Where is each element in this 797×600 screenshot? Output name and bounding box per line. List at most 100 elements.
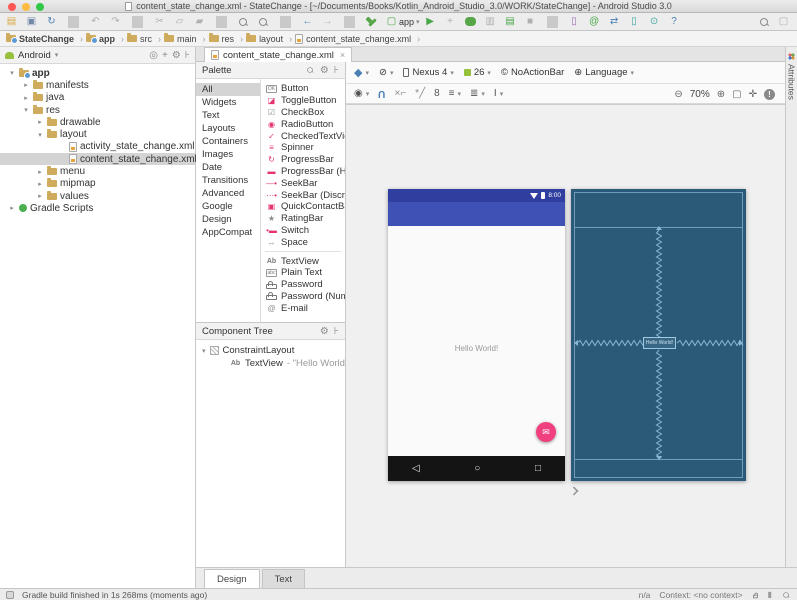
blueprint-textview[interactable]: Hello World! bbox=[643, 337, 676, 349]
palette-component[interactable]: ★ RatingBar bbox=[261, 213, 345, 225]
component-tree-item[interactable]: ▾ ConstraintLayout bbox=[196, 344, 345, 357]
palette-component[interactable]: —• SeekBar bbox=[261, 177, 345, 189]
expand-arrow-icon[interactable]: ▾ bbox=[36, 131, 44, 139]
toolbar-divider[interactable] bbox=[278, 14, 297, 30]
android-monitor-icon[interactable]: ▯ bbox=[569, 14, 584, 30]
orientation-selector[interactable]: ⊘▾ bbox=[379, 67, 393, 78]
hello-world-textview[interactable]: Hello World! bbox=[388, 344, 565, 353]
palette-component[interactable]: ≡ Spinner bbox=[261, 142, 345, 154]
palette-component[interactable]: Password bbox=[261, 279, 345, 291]
stop-icon[interactable]: ■ bbox=[525, 14, 540, 30]
tree-item[interactable]: ▾ app bbox=[0, 67, 195, 79]
run-icon[interactable]: ▶ bbox=[425, 14, 440, 30]
profile-icon[interactable]: ▤ bbox=[505, 14, 520, 30]
breadcrumb-item[interactable]: main › bbox=[164, 34, 209, 44]
expand-arrow-icon[interactable]: ▸ bbox=[36, 118, 44, 126]
errors-badge-icon[interactable]: ! bbox=[764, 89, 775, 100]
hide-panel-icon[interactable]: ⊦ bbox=[334, 326, 339, 337]
editor-mode-tab[interactable]: Text bbox=[262, 569, 305, 588]
palette-component[interactable]: ▣ QuickContactBa bbox=[261, 201, 345, 213]
palette-component[interactable]: ↔ Space bbox=[261, 236, 345, 248]
toolbar-divider[interactable] bbox=[342, 14, 361, 30]
palette-component[interactable]: ☑ CheckBox bbox=[261, 107, 345, 119]
help-icon[interactable]: ? bbox=[669, 14, 684, 30]
close-icon[interactable]: × bbox=[340, 50, 345, 60]
palette-category[interactable]: AppCompat bbox=[196, 226, 260, 239]
copy-icon[interactable]: ▱ bbox=[174, 14, 189, 30]
palette-component[interactable]: ◪ ToggleButton bbox=[261, 95, 345, 107]
toolwindow-switcher-icon[interactable] bbox=[6, 591, 14, 599]
event-log-icon[interactable] bbox=[783, 591, 790, 598]
view-options-selector[interactable]: ◉▾ bbox=[354, 88, 369, 99]
minimize-window-button[interactable] bbox=[22, 3, 30, 11]
find-icon[interactable] bbox=[238, 14, 253, 30]
close-window-button[interactable] bbox=[8, 3, 16, 11]
zoom-out-icon[interactable]: ⊖ bbox=[674, 89, 682, 100]
editor-mode-tab[interactable]: Design bbox=[204, 569, 260, 588]
infer-constraints-icon[interactable]: *╱ bbox=[415, 88, 425, 99]
autoconnect-magnet-icon[interactable]: U bbox=[378, 88, 385, 99]
palette-category[interactable]: Transitions bbox=[196, 174, 260, 187]
palette-component[interactable]: •▬ Switch bbox=[261, 225, 345, 237]
make-project-icon[interactable] bbox=[366, 14, 381, 30]
toolbar-divider[interactable] bbox=[66, 14, 85, 30]
cut-icon[interactable]: ✂ bbox=[154, 14, 169, 30]
expand-arrow-icon[interactable]: ▾ bbox=[8, 69, 16, 77]
tree-item[interactable]: ▸ mipmap bbox=[0, 178, 195, 190]
tree-item[interactable]: activity_state_change.xml bbox=[0, 141, 195, 153]
gear-icon[interactable]: ⚙ bbox=[320, 326, 329, 337]
avd-manager-icon[interactable]: ▯ bbox=[629, 14, 644, 30]
palette-component[interactable]: ◉ RadioButton bbox=[261, 118, 345, 130]
theme-selector[interactable]: © NoActionBar bbox=[501, 67, 564, 78]
palette-component[interactable]: ▬ ProgressBar (Ho bbox=[261, 166, 345, 178]
open-icon[interactable]: ▤ bbox=[6, 14, 21, 30]
zoom-fit-icon[interactable]: ▢ bbox=[732, 89, 741, 100]
tree-item[interactable]: ▸ drawable bbox=[0, 116, 195, 128]
zoom-in-icon[interactable]: ⊕ bbox=[717, 89, 725, 100]
blueprint-preview[interactable]: Hello World! bbox=[571, 189, 746, 481]
attach-debugger-icon[interactable]: @ bbox=[589, 14, 604, 30]
gear-icon[interactable]: ⚙ bbox=[320, 65, 329, 76]
project-view-selector[interactable]: Android bbox=[18, 50, 51, 61]
palette-category[interactable]: Containers bbox=[196, 135, 260, 148]
find-replace-icon[interactable] bbox=[258, 14, 273, 30]
attributes-tab[interactable]: Attributes bbox=[787, 64, 797, 100]
toolbar-divider[interactable] bbox=[214, 14, 233, 30]
palette-category[interactable]: Widgets bbox=[196, 96, 260, 109]
palette-category[interactable]: Images bbox=[196, 148, 260, 161]
component-tree-item[interactable]: Ab TextView - "Hello World!" bbox=[196, 357, 345, 370]
tree-item[interactable]: ▸ values bbox=[0, 190, 195, 202]
tree-item[interactable]: ▸ menu bbox=[0, 165, 195, 177]
breadcrumb-item[interactable]: res › bbox=[209, 34, 247, 44]
expand-arrow-icon[interactable]: ▸ bbox=[36, 180, 44, 188]
breadcrumb-item[interactable]: app › bbox=[86, 34, 127, 44]
palette-category[interactable]: Text bbox=[196, 109, 260, 122]
pan-icon[interactable]: ✛ bbox=[749, 89, 757, 100]
hide-panel-icon[interactable]: ⊦ bbox=[334, 65, 339, 76]
default-margin-selector[interactable]: 8 bbox=[434, 88, 440, 99]
align-selector[interactable]: ≣▾ bbox=[470, 88, 485, 99]
palette-category[interactable]: Design bbox=[196, 213, 260, 226]
tree-item[interactable]: ▾ res bbox=[0, 104, 195, 116]
sdk-manager-icon[interactable]: ⊙ bbox=[649, 14, 664, 30]
fullscreen-window-button[interactable] bbox=[36, 3, 44, 11]
expand-arrow-icon[interactable]: ▾ bbox=[22, 106, 30, 114]
tree-item[interactable]: content_state_change.xml bbox=[0, 153, 195, 165]
run-coverage-icon[interactable]: ▥ bbox=[485, 14, 500, 30]
phone-design-preview[interactable]: 8:00 Hello World! ✉ ◁ ○ □ bbox=[388, 189, 565, 481]
device-selector[interactable]: Nexus 4▾ bbox=[403, 67, 453, 78]
breadcrumb-item[interactable]: src › bbox=[127, 34, 164, 44]
write-lock-icon[interactable] bbox=[753, 594, 758, 598]
palette-component[interactable]: ✓ CheckedTextVie bbox=[261, 130, 345, 142]
paste-icon[interactable]: ▰ bbox=[194, 14, 209, 30]
pack-selector[interactable]: ≡▾ bbox=[449, 88, 461, 99]
heap-indicator-icon[interactable]: ▮ bbox=[768, 590, 772, 599]
expand-arrow-icon[interactable]: ▸ bbox=[36, 168, 44, 176]
toolbar-divider[interactable] bbox=[545, 14, 564, 30]
sync-icon[interactable]: ↻ bbox=[46, 14, 61, 30]
palette-component[interactable]: abc Plain Text bbox=[261, 267, 345, 279]
expand-arrow-icon[interactable]: ▸ bbox=[8, 204, 16, 212]
redo-icon[interactable]: ↷ bbox=[110, 14, 125, 30]
expand-arrow-icon[interactable]: ▾ bbox=[202, 347, 206, 355]
resize-handle[interactable] bbox=[569, 486, 578, 495]
